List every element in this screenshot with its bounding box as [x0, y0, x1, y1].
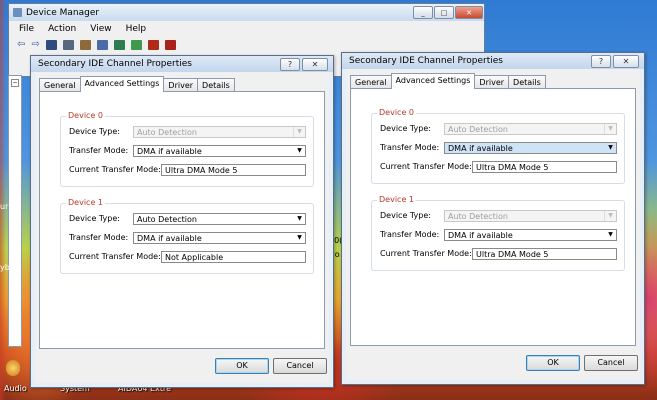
device-1-label: Device 1: [377, 195, 416, 204]
chevron-down-icon: ▼: [293, 127, 305, 137]
device-1-type-select: Auto Detection ▼: [444, 210, 617, 222]
ok-button[interactable]: OK: [526, 355, 580, 371]
device-manager-icon: [13, 8, 22, 17]
device-1-current-mode-field: Not Applicable: [161, 251, 306, 263]
cancel-button[interactable]: Cancel: [273, 358, 327, 374]
advanced-settings-panel: Device 0 Device Type: Auto Detection ▼ T…: [39, 91, 325, 349]
background-fragment-4: yb: [0, 263, 10, 272]
current-transfer-mode-label: Current Transfer Mode:: [69, 252, 161, 261]
device-0-current-mode-field: Ultra DMA Mode 5: [472, 161, 617, 173]
tab-advanced-settings[interactable]: Advanced Settings: [390, 73, 476, 89]
device-type-label: Device Type:: [69, 214, 120, 223]
tab-details[interactable]: Details: [508, 75, 546, 89]
device-0-type-value: Auto Detection: [448, 125, 508, 134]
device-0-type-select: Auto Detection ▼: [133, 126, 306, 138]
device-1-transfer-mode-value: DMA if available: [137, 234, 202, 243]
desktop-edge: [0, 0, 6, 400]
current-transfer-mode-label: Current Transfer Mode:: [380, 249, 472, 258]
transfer-mode-label: Transfer Mode:: [380, 230, 440, 239]
transfer-mode-label: Transfer Mode:: [69, 146, 129, 155]
disable-device-icon[interactable]: [147, 39, 159, 50]
device-0-type-select: Auto Detection ▼: [444, 123, 617, 135]
update-driver-icon[interactable]: [130, 39, 142, 50]
tab-driver[interactable]: Driver: [163, 78, 199, 92]
device-tree-pane[interactable]: −: [8, 75, 22, 347]
chevron-down-icon[interactable]: ▼: [294, 214, 305, 224]
background-fragment-3: ur: [0, 202, 9, 211]
device-0-label: Device 0: [377, 108, 416, 117]
device-1-type-value: Auto Detection: [448, 212, 508, 221]
dialog-left-title: Secondary IDE Channel Properties: [38, 59, 192, 69]
menu-file[interactable]: File: [19, 24, 34, 34]
tab-advanced-settings[interactable]: Advanced Settings: [79, 76, 165, 92]
properties-dialog-left: Secondary IDE Channel Properties ? ✕ Gen…: [30, 55, 334, 388]
device-1-transfer-mode-value: DMA if available: [448, 231, 513, 240]
dialog-left-close-button[interactable]: ✕: [302, 58, 328, 71]
audio-icon[interactable]: [6, 360, 20, 376]
transfer-mode-label: Transfer Mode:: [380, 143, 440, 152]
device-type-label: Device Type:: [380, 211, 431, 220]
advanced-settings-panel: Device 0 Device Type: Auto Detection ▼ T…: [350, 88, 636, 346]
device-0-group: Device 0 Device Type: Auto Detection ▼ T…: [60, 111, 314, 187]
toolbar: ⇦ ⇨: [9, 37, 484, 52]
dialog-right-close-button[interactable]: ✕: [613, 55, 639, 68]
tree-view-icon[interactable]: [79, 39, 91, 50]
device-0-type-value: Auto Detection: [137, 128, 197, 137]
device-1-transfer-mode-select[interactable]: DMA if available ▼: [444, 229, 617, 241]
device-1-group: Device 1 Device Type: Auto Detection ▼ T…: [60, 198, 314, 274]
chevron-down-icon: ▼: [604, 124, 616, 134]
chevron-down-icon[interactable]: ▼: [605, 230, 616, 240]
dialog-right-title: Secondary IDE Channel Properties: [349, 56, 503, 66]
back-arrow-icon[interactable]: ⇦: [17, 39, 25, 50]
menu-view[interactable]: View: [90, 24, 111, 34]
cancel-button[interactable]: Cancel: [584, 355, 638, 371]
maximize-button[interactable]: □: [434, 6, 454, 19]
device-1-transfer-mode-select[interactable]: DMA if available ▼: [133, 232, 306, 244]
chevron-down-icon: ▼: [604, 211, 616, 221]
device-0-transfer-mode-value: DMA if available: [448, 144, 513, 153]
close-button[interactable]: ✕: [455, 6, 483, 19]
current-transfer-mode-label: Current Transfer Mode:: [69, 165, 161, 174]
uninstall-device-icon[interactable]: [164, 39, 176, 50]
device-0-transfer-mode-value: DMA if available: [137, 147, 202, 156]
chevron-down-icon[interactable]: ▼: [605, 143, 616, 153]
device-1-type-value: Auto Detection: [137, 215, 197, 224]
device-manager-title: Device Manager: [26, 7, 100, 18]
current-transfer-mode-label: Current Transfer Mode:: [380, 162, 472, 171]
dialog-right-help-button[interactable]: ?: [591, 55, 611, 68]
ok-button[interactable]: OK: [215, 358, 269, 374]
print-icon[interactable]: [62, 39, 74, 50]
transfer-mode-label: Transfer Mode:: [69, 233, 129, 242]
properties-icon[interactable]: [45, 39, 57, 50]
device-0-label: Device 0: [66, 111, 105, 120]
tab-general[interactable]: General: [39, 78, 81, 92]
device-0-current-mode-field: Ultra DMA Mode 5: [161, 164, 306, 176]
device-1-group: Device 1 Device Type: Auto Detection ▼ T…: [371, 195, 625, 271]
device-0-transfer-mode-select[interactable]: DMA if available ▼: [444, 142, 617, 154]
minimize-button[interactable]: _: [413, 6, 433, 19]
device-type-label: Device Type:: [380, 124, 431, 133]
chevron-down-icon[interactable]: ▼: [294, 233, 305, 243]
device-0-group: Device 0 Device Type: Auto Detection ▼ T…: [371, 108, 625, 184]
tab-driver[interactable]: Driver: [474, 75, 510, 89]
device-1-label: Device 1: [66, 198, 105, 207]
device-type-label: Device Type:: [69, 127, 120, 136]
device-1-type-select[interactable]: Auto Detection ▼: [133, 213, 306, 225]
chevron-down-icon[interactable]: ▼: [294, 146, 305, 156]
device-1-current-mode-field: Ultra DMA Mode 5: [472, 248, 617, 260]
help-icon[interactable]: [96, 39, 108, 50]
device-0-transfer-mode-select[interactable]: DMA if available ▼: [133, 145, 306, 157]
menu-help[interactable]: Help: [126, 24, 147, 34]
tab-general[interactable]: General: [350, 75, 392, 89]
tree-expand-icon[interactable]: −: [11, 79, 19, 87]
forward-arrow-icon[interactable]: ⇨: [31, 39, 39, 50]
menubar: File Action View Help: [9, 21, 484, 37]
tab-details[interactable]: Details: [197, 78, 235, 92]
desktop-icon-audio[interactable]: Audio: [4, 384, 27, 393]
scan-hardware-icon[interactable]: [113, 39, 125, 50]
properties-dialog-right: Secondary IDE Channel Properties ? ✕ Gen…: [341, 52, 645, 385]
dialog-left-help-button[interactable]: ?: [280, 58, 300, 71]
menu-action[interactable]: Action: [48, 24, 76, 34]
